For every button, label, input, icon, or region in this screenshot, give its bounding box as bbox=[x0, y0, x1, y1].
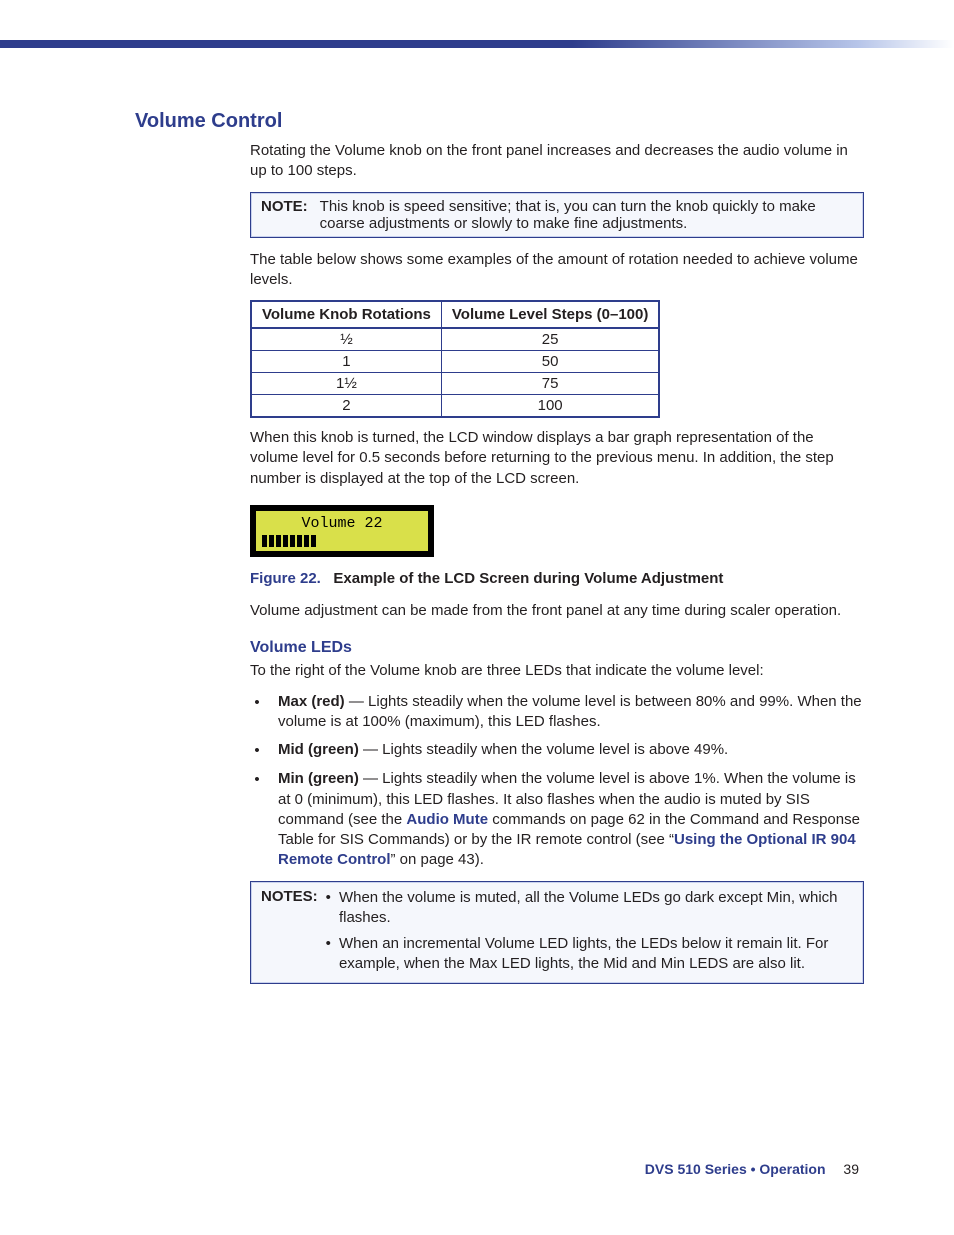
subheading-volume-leds: Volume LEDs bbox=[250, 639, 864, 657]
after-figure-paragraph: Volume adjustment can be made from the f… bbox=[250, 601, 864, 621]
text-column: Rotating the Volume knob on the front pa… bbox=[250, 141, 864, 984]
volume-table: Volume Knob Rotations Volume Level Steps… bbox=[250, 300, 660, 418]
bullet-icon: • bbox=[250, 769, 264, 870]
lcd-text: Volume 22 bbox=[262, 515, 422, 533]
bullet-icon: • bbox=[250, 740, 264, 761]
led-text-post: ” on page 43). bbox=[391, 851, 484, 868]
table-row: 1 50 bbox=[251, 351, 659, 373]
table-cell: 2 bbox=[251, 395, 441, 418]
table-cell: 1½ bbox=[251, 373, 441, 395]
notes-box: NOTES: • When the volume is muted, all t… bbox=[250, 881, 864, 984]
figure-title: Example of the LCD Screen during Volume … bbox=[333, 570, 723, 587]
lcd-screen: Volume 22 bbox=[250, 505, 434, 557]
table-cell: 50 bbox=[441, 351, 659, 373]
figure-caption: Figure 22. Example of the LCD Screen dur… bbox=[250, 569, 864, 589]
led-text: — Lights steadily when the volume level … bbox=[359, 741, 728, 758]
intro-paragraph: Rotating the Volume knob on the front pa… bbox=[250, 141, 864, 182]
lcd-inner: Volume 22 bbox=[256, 511, 428, 551]
bullet-icon: • bbox=[326, 934, 331, 975]
table-row: 2 100 bbox=[251, 395, 659, 418]
table-row: 1½ 75 bbox=[251, 373, 659, 395]
list-item: • Min (green) — Lights steadily when the… bbox=[250, 769, 864, 870]
notes-item-text: When the volume is muted, all the Volume… bbox=[339, 888, 853, 929]
led-label: Min (green) bbox=[278, 770, 359, 787]
page: Volume Control Rotating the Volume knob … bbox=[0, 0, 954, 1235]
list-item: • Max (red) — Lights steadily when the v… bbox=[250, 692, 864, 733]
link-audio-mute[interactable]: Audio Mute bbox=[406, 811, 488, 828]
note-prefix: NOTE: bbox=[261, 198, 308, 232]
notes-prefix: NOTES: bbox=[261, 888, 318, 975]
table-row: ½ 25 bbox=[251, 328, 659, 351]
footer-doc-title: DVS 510 Series • Operation bbox=[645, 1161, 826, 1177]
leds-intro: To the right of the Volume knob are thre… bbox=[250, 661, 864, 681]
table-cell: 100 bbox=[441, 395, 659, 418]
note-box: NOTE: This knob is speed sensitive; that… bbox=[250, 192, 864, 238]
notes-item: • When the volume is muted, all the Volu… bbox=[326, 888, 853, 929]
bullet-icon: • bbox=[326, 888, 331, 929]
table-intro: The table below shows some examples of t… bbox=[250, 250, 864, 291]
content-area: Volume Control Rotating the Volume knob … bbox=[135, 110, 865, 996]
led-text: — Lights steadily when the volume level … bbox=[278, 693, 862, 730]
note-text: This knob is speed sensitive; that is, y… bbox=[320, 198, 853, 232]
table-header: Volume Knob Rotations bbox=[251, 301, 441, 328]
table-header: Volume Level Steps (0–100) bbox=[441, 301, 659, 328]
page-footer: DVS 510 Series • Operation 39 bbox=[0, 1161, 954, 1177]
table-cell: ½ bbox=[251, 328, 441, 351]
footer-page-number: 39 bbox=[843, 1161, 859, 1177]
led-label: Mid (green) bbox=[278, 741, 359, 758]
lcd-bar-graph bbox=[262, 535, 422, 547]
top-accent-bar bbox=[0, 40, 954, 48]
table-cell: 1 bbox=[251, 351, 441, 373]
led-label: Max (red) bbox=[278, 693, 345, 710]
notes-items: • When the volume is muted, all the Volu… bbox=[326, 888, 853, 975]
table-cell: 25 bbox=[441, 328, 659, 351]
table-cell: 75 bbox=[441, 373, 659, 395]
notes-item-text: When an incremental Volume LED lights, t… bbox=[339, 934, 853, 975]
figure-number: Figure 22. bbox=[250, 570, 321, 587]
bullet-icon: • bbox=[250, 692, 264, 733]
after-table-paragraph: When this knob is turned, the LCD window… bbox=[250, 428, 864, 489]
section-heading: Volume Control bbox=[135, 110, 865, 133]
list-item: • Mid (green) — Lights steadily when the… bbox=[250, 740, 864, 761]
leds-list: • Max (red) — Lights steadily when the v… bbox=[250, 692, 864, 871]
notes-item: • When an incremental Volume LED lights,… bbox=[326, 934, 853, 975]
